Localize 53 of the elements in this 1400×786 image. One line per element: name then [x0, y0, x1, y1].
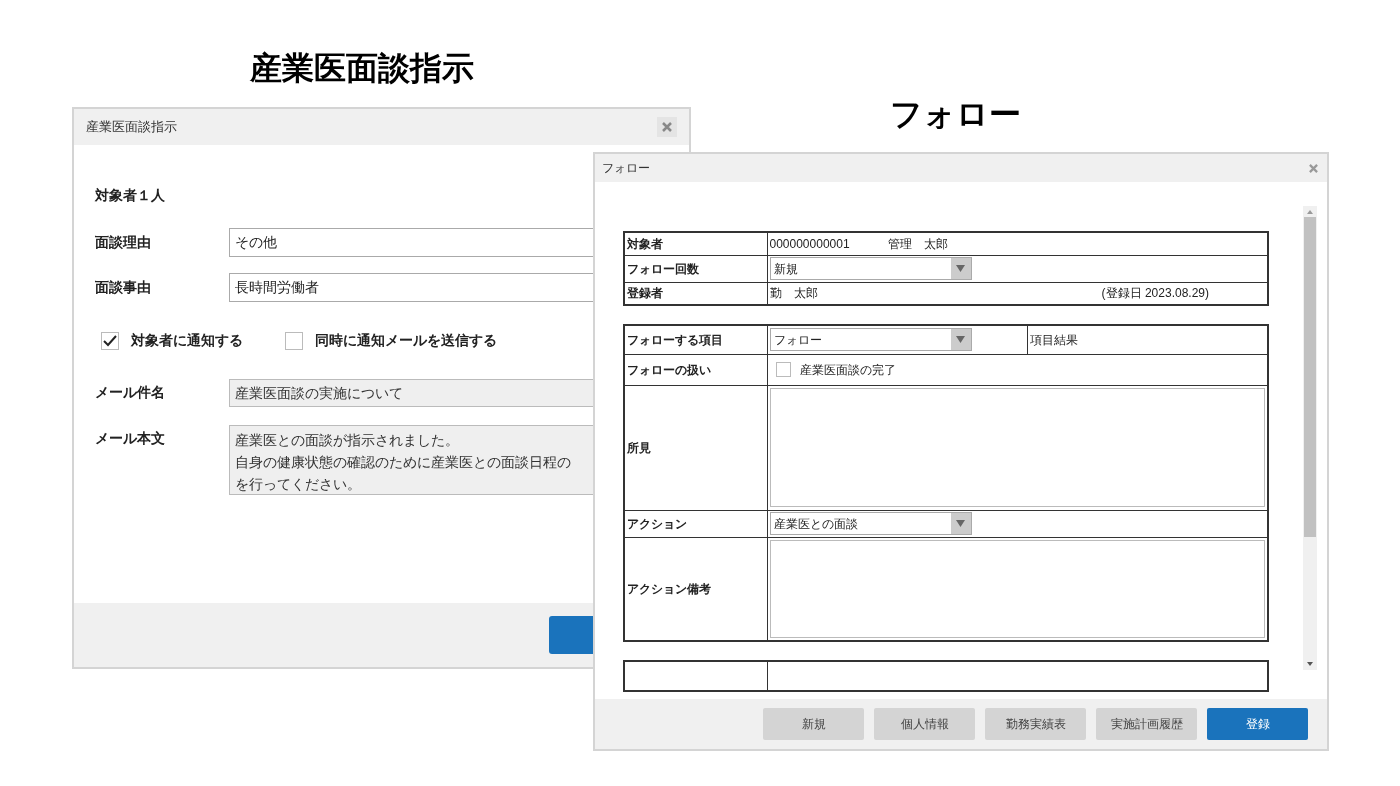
scrollbar[interactable] [1303, 206, 1317, 670]
dropdown[interactable]: フォロー [769, 328, 972, 352]
row-label: 所見 [624, 385, 767, 510]
text-line: 自身の健康状態の確認のために産業医との面談日程の [235, 453, 572, 472]
page-heading: 産業医面談指示 [250, 49, 474, 88]
caret-icon [950, 329, 971, 351]
row-label: 登録者 [624, 282, 767, 305]
caret-icon [950, 513, 971, 534]
dropdown-value: 産業医との面談 [773, 515, 858, 533]
input-field[interactable]: 長時間労働者 [229, 273, 595, 302]
checkbox[interactable] [285, 331, 303, 350]
dropdown-value: 新規 [773, 260, 798, 278]
text-line: 産業医との面談が指示されました。 [235, 431, 460, 450]
cell-text: (登録日 2023.08.29) [1101, 285, 1209, 303]
field-label: 面談事由 [95, 278, 152, 297]
action-button[interactable]: 個人情報 [874, 708, 975, 740]
cell-text: 管理 太郎 [887, 235, 948, 253]
field-label: メール件名 [95, 383, 166, 402]
checkbox[interactable] [775, 362, 791, 377]
row-label: アクション [624, 510, 767, 537]
cell-text: 000000000001 [769, 235, 850, 253]
caret-icon [950, 258, 971, 279]
checkbox[interactable] [101, 331, 119, 350]
cell-text: 勤 太郎 [769, 285, 818, 303]
dialog-title: フォロー [602, 160, 650, 177]
text-area[interactable] [769, 388, 1265, 507]
dropdown-value: フォロー [773, 331, 822, 349]
checkbox-label: 産業医面談の完了 [799, 361, 896, 379]
input-field[interactable]: その他 [229, 228, 595, 257]
close-icon[interactable] [657, 117, 677, 137]
field-label: メール本文 [95, 429, 166, 448]
action-button[interactable]: 登録 [1207, 708, 1308, 740]
input-field[interactable]: 産業医面談の実施について [229, 379, 595, 407]
page-heading: フォロー [890, 95, 1021, 134]
text-area[interactable] [769, 539, 1265, 638]
action-button[interactable]: 実施計画履歴 [1096, 708, 1197, 740]
field-label: 面談理由 [95, 233, 152, 252]
dropdown[interactable]: 新規 [769, 257, 972, 280]
scroll-down-icon[interactable] [1306, 660, 1314, 668]
row-label: フォロー回数 [624, 255, 767, 282]
text-area[interactable]: 産業医との面談が指示されました。 自身の健康状態の確認のために産業医との面談日程の を行ってください。 [229, 425, 595, 495]
row-label: フォローの扱い [624, 354, 767, 385]
dialog-title: 産業医面談指示 [86, 118, 177, 137]
checkbox-label: 対象者に通知する [131, 331, 243, 350]
close-icon[interactable] [1306, 161, 1320, 175]
target-count: 対象者１人 [95, 186, 166, 205]
dropdown[interactable]: 産業医との面談 [769, 512, 972, 535]
row-label: フォローする項目 [624, 325, 767, 354]
row-label: 対象者 [624, 232, 767, 255]
checkbox-label: 同時に通知メールを送信する [315, 331, 497, 350]
action-button[interactable]: 勤務実績表 [985, 708, 1086, 740]
text-line: を行ってください。 [235, 475, 362, 494]
action-button[interactable]: 新規 [763, 708, 864, 740]
